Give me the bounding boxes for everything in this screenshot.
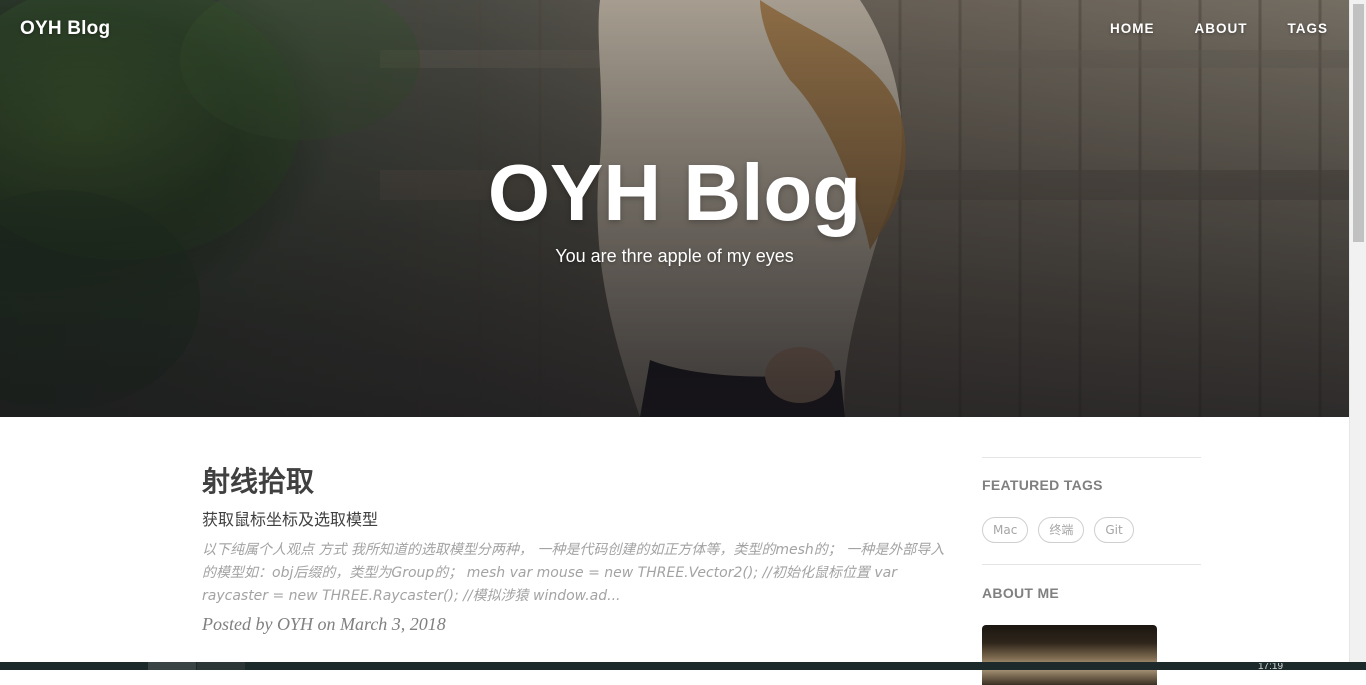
taskbar-app-button[interactable] [197, 662, 245, 670]
nav-home-link[interactable]: HOME [1110, 21, 1155, 36]
post-meta: Posted by OYH on March 3, 2018 [202, 614, 446, 634]
scrollbar-thumb[interactable] [1353, 4, 1364, 242]
featured-tags-heading: FEATURED TAGS [982, 477, 1103, 493]
nav-about-link[interactable]: ABOUT [1195, 21, 1248, 36]
hero-title: OYH Blog [487, 148, 862, 237]
top-nav: HOME ABOUT TAGS [1070, 21, 1328, 36]
taskbar-app-button[interactable] [148, 662, 196, 670]
about-me-avatar [982, 625, 1157, 685]
sidebar-divider [982, 564, 1201, 565]
hero-header: OYH Blog HOME ABOUT TAGS OYH Blog You ar… [0, 0, 1349, 417]
brand-logo-link[interactable]: OYH Blog [20, 18, 110, 40]
tag-mac[interactable]: Mac [982, 517, 1029, 543]
about-me-heading: ABOUT ME [982, 585, 1060, 601]
tag-terminal[interactable]: 终端 [1038, 517, 1085, 543]
sidebar-divider [982, 457, 1201, 458]
post-preview[interactable]: 射线拾取 获取鼠标坐标及选取模型 以下纯属个人观点 方式 我所知道的选取模型分两… [202, 462, 962, 635]
post-excerpt[interactable]: 以下纯属个人观点 方式 我所知道的选取模型分两种， 一种是代码创建的如正方体等，… [202, 539, 957, 608]
post-subtitle[interactable]: 获取鼠标坐标及选取模型 [202, 509, 962, 531]
taskbar [0, 662, 1366, 670]
page-scrollbar[interactable] [1349, 0, 1366, 670]
taskbar-clock: 17:19 [1258, 663, 1284, 670]
sidebar: FEATURED TAGS Mac 终端 Git ABOUT ME [982, 457, 1201, 685]
nav-tags-link[interactable]: TAGS [1288, 21, 1329, 36]
featured-tags-list: Mac 终端 Git [982, 517, 1201, 543]
hero-subtitle: You are thre apple of my eyes [555, 246, 794, 266]
post-title[interactable]: 射线拾取 [202, 462, 962, 502]
tag-git[interactable]: Git [1094, 517, 1134, 543]
